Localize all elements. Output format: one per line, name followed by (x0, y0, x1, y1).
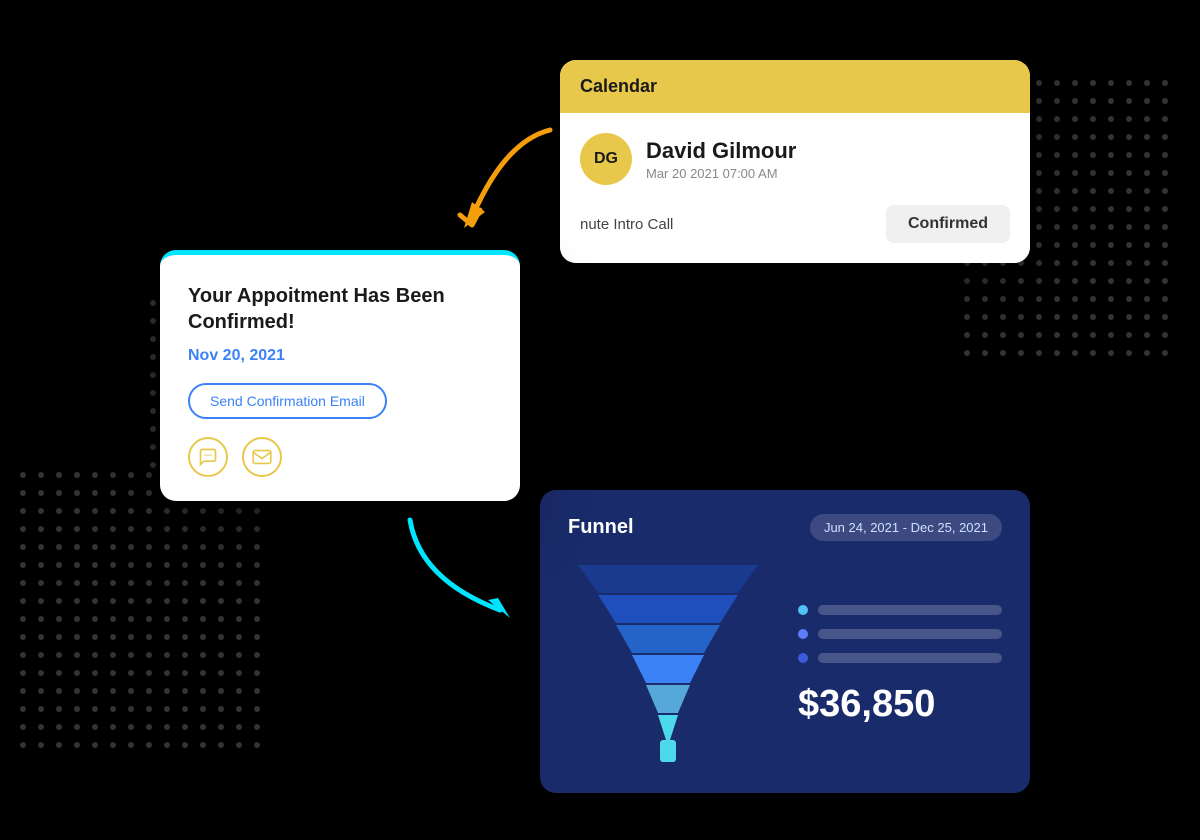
legend-dot-2 (798, 629, 808, 639)
calendar-person-row: DG David Gilmour Mar 20 2021 07:00 AM (580, 133, 1010, 185)
appointment-datetime: Mar 20 2021 07:00 AM (646, 166, 796, 181)
funnel-title: Funnel (568, 516, 634, 539)
dot-grid-bottom-left: (function(){ const g = document.querySel… (20, 472, 272, 760)
person-name: David Gilmour (646, 138, 796, 164)
cyan-arrow (380, 500, 540, 640)
legend-bar-2 (818, 629, 1002, 639)
legend-dot-1 (798, 605, 808, 615)
calendar-call-row: nute Intro Call Confirmed (580, 205, 1010, 243)
email-icon[interactable] (242, 437, 282, 477)
legend-bar-3 (818, 653, 1002, 663)
appointment-card: Your Appoitment Has Been Confirmed! Nov … (160, 250, 520, 501)
calendar-card-body: DG David Gilmour Mar 20 2021 07:00 AM nu… (560, 113, 1030, 263)
funnel-date-range: Jun 24, 2021 - Dec 25, 2021 (810, 514, 1002, 541)
calendar-title: Calendar (580, 76, 657, 96)
funnel-amount: $36,850 (798, 683, 1002, 726)
legend-item-1 (798, 605, 1002, 615)
calendar-person-info: David Gilmour Mar 20 2021 07:00 AM (646, 138, 796, 181)
funnel-legend (798, 605, 1002, 663)
funnel-header: Funnel Jun 24, 2021 - Dec 25, 2021 (568, 514, 1002, 541)
funnel-body: $36,850 (568, 565, 1002, 765)
chat-icon[interactable] (188, 437, 228, 477)
calendar-card-header: Calendar (560, 60, 1030, 113)
appointment-title: Your Appoitment Has Been Confirmed! (188, 283, 492, 335)
calendar-card: Calendar DG David Gilmour Mar 20 2021 07… (560, 60, 1030, 263)
funnel-card: Funnel Jun 24, 2021 - Dec 25, 2021 (540, 490, 1030, 793)
funnel-right: $36,850 (798, 605, 1002, 726)
send-confirmation-button[interactable]: Send Confirmation Email (188, 383, 387, 419)
call-label: nute Intro Call (580, 216, 673, 233)
appointment-date: Nov 20, 2021 (188, 347, 492, 365)
confirmed-badge: Confirmed (886, 205, 1010, 243)
legend-item-2 (798, 629, 1002, 639)
legend-bar-1 (818, 605, 1002, 615)
legend-item-3 (798, 653, 1002, 663)
funnel-visual (568, 565, 768, 765)
legend-dot-3 (798, 653, 808, 663)
appointment-icons (188, 437, 492, 477)
avatar: DG (580, 133, 632, 185)
orange-arrow (450, 120, 570, 250)
